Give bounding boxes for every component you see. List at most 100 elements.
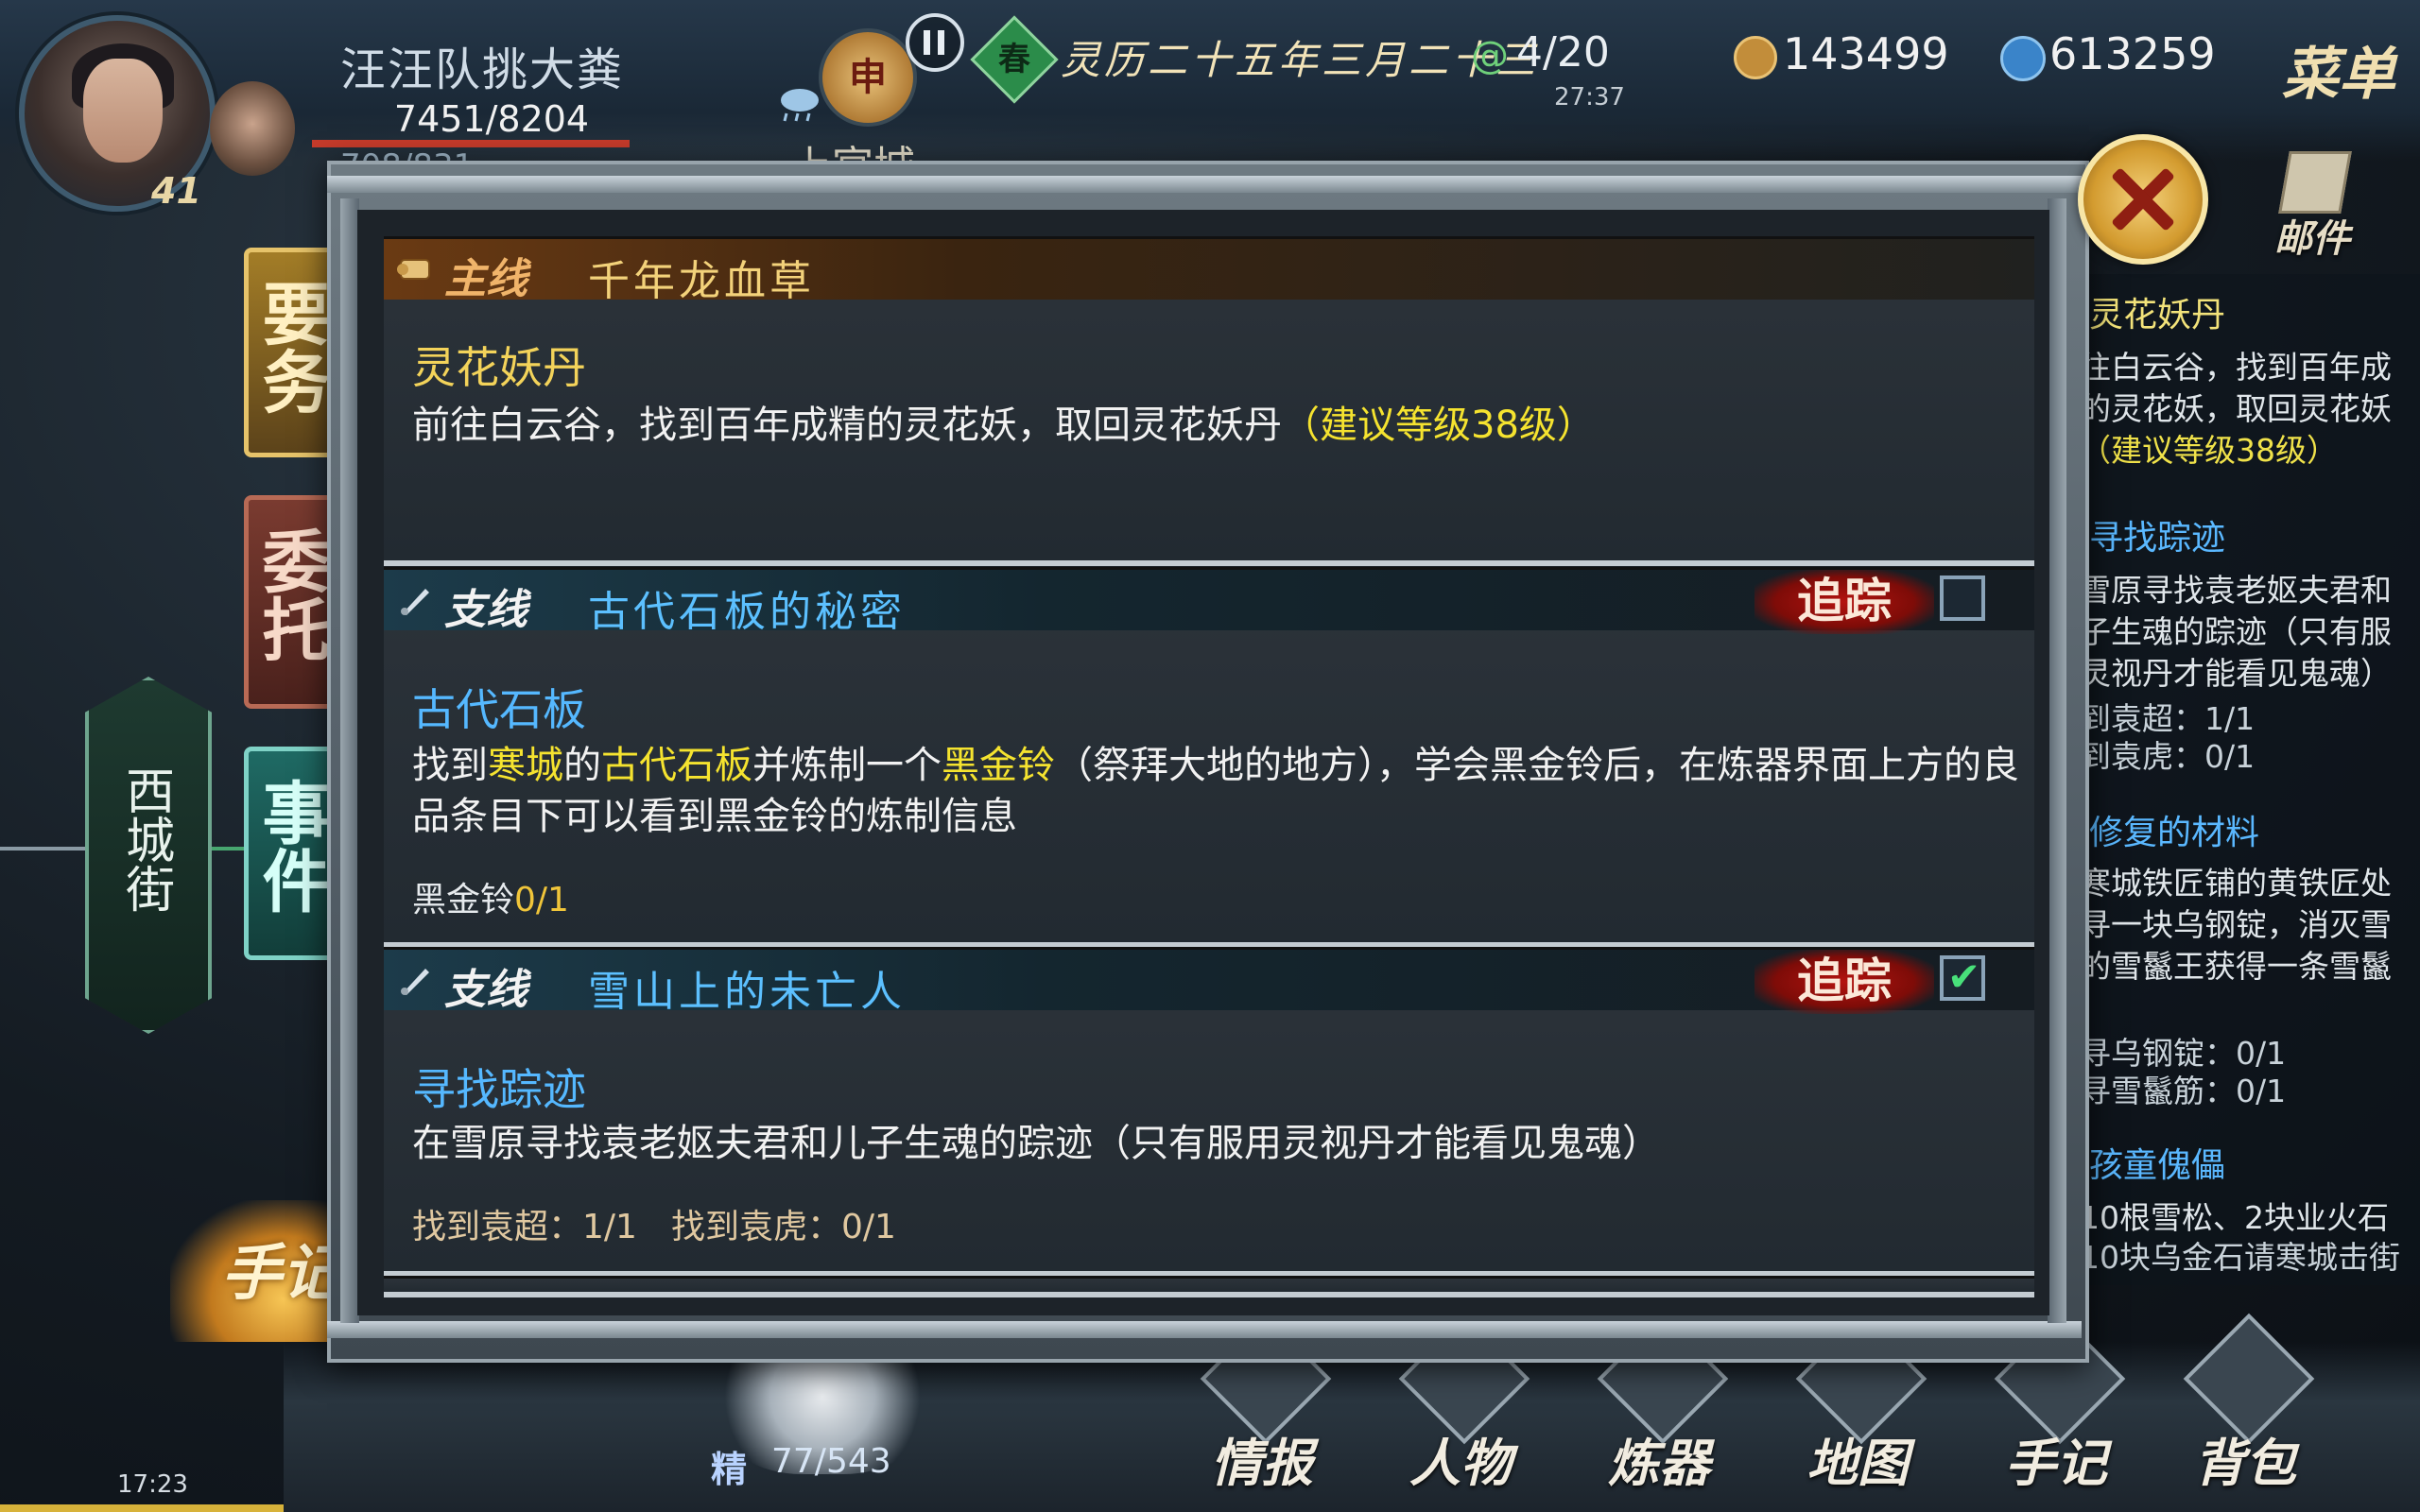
quest-highlight-item: 古代石板 — [601, 744, 752, 787]
jade-count: 613259 — [2049, 28, 2216, 79]
spirit-value: 77/543 — [771, 1442, 891, 1481]
nav-character-label: 人物 — [1409, 1433, 1512, 1493]
sidebar-quest-line: 子生魂的踪迹（只有服 — [2080, 613, 2392, 650]
sidebar-quest-line: 灵视丹才能看见鬼魂） — [2080, 655, 2392, 692]
menu-button[interactable]: 菜单 — [2282, 28, 2395, 111]
close-button[interactable] — [2078, 134, 2208, 265]
sidebar-quest-line: 寻一块乌钢锭，消灭雪 — [2080, 906, 2392, 943]
sidebar-quest-line: 的灵花妖，取回灵花妖 — [2080, 390, 2392, 427]
quest-header: 主线 千年龙血草 — [384, 239, 2034, 305]
tab-commissions[interactable]: 委托 — [244, 495, 337, 709]
brush-quest-icon — [401, 969, 429, 995]
tracked-quest-sidebar[interactable]: 灵花妖丹 往白云谷，找到百年成 的灵花妖，取回灵花妖 （建议等级38级） 寻找踪… — [2080, 274, 2420, 1285]
scroll-rod-bottom — [327, 1321, 2082, 1338]
scroll-quest-icon — [397, 259, 430, 280]
sidebar-quest-title: 灵花妖丹 — [2089, 296, 2226, 335]
quest-type: 支线 — [444, 966, 527, 1014]
scroll-rod-top — [327, 176, 2082, 193]
quest-card-main[interactable]: 主线 千年龙血草 灵花妖丹 前往白云谷，找到百年成精的灵花妖，取回灵花妖丹（建议… — [384, 236, 2034, 566]
stamina-swirl-icon: @ — [1471, 34, 1509, 77]
stamina-timer: 27:37 — [1554, 83, 1625, 112]
sidebar-quest-line: 雪原寻找袁老妪夫君和 — [2080, 572, 2392, 609]
sidebar-quest-progress: 寻雪鬣筋：0/1 — [2080, 1073, 2287, 1109]
sidebar-quest-line: （建议等级38级） — [2080, 432, 2338, 469]
sidebar-quest-line: 往白云谷，找到百年成 — [2080, 349, 2392, 386]
nav-bag-label: 背包 — [2194, 1433, 2296, 1493]
sidebar-quest-line: 10块乌金石请寒城击街 — [2080, 1239, 2400, 1276]
mail-icon — [2278, 151, 2352, 214]
sidebar-quest-title: 孩童傀儡 — [2089, 1146, 2226, 1185]
location-name-peek: 上官城 — [790, 132, 915, 164]
tab-important-quests[interactable]: 要务 — [244, 248, 337, 457]
quest-highlight-location: 寒城 — [488, 744, 563, 787]
coin-icon — [1734, 36, 1777, 79]
tab-events-label: 事件 — [251, 778, 331, 914]
quest-name: 古代石板的秘密 — [588, 588, 906, 636]
sidebar-quest-line: 寒城铁匠铺的黄铁匠处 — [2080, 865, 2392, 902]
quest-description: 前往白云谷，找到百年成精的灵花妖，取回灵花妖丹（建议等级38级） — [412, 400, 2019, 451]
quest-card-side-1[interactable]: 支线 古代石板的秘密 追踪 古代石板 找到寒城的古代石板并炼制一个黑金铃（祭拜大… — [384, 567, 2034, 948]
companion-avatar[interactable] — [210, 81, 295, 176]
nav-journal-label: 手记 — [2005, 1433, 2107, 1493]
jade-icon — [2000, 36, 2046, 81]
map-branch-line — [0, 847, 85, 850]
nav-intel-label: 情报 — [1211, 1433, 1313, 1493]
quest-desc-text: 并炼制一个 — [752, 744, 942, 787]
quest-desc-text: 前往白云谷，找到百年成精的灵花妖，取回灵花妖丹 — [412, 404, 1282, 447]
track-checkbox-checked[interactable] — [1940, 954, 1985, 1001]
quest-type: 主线 — [444, 255, 527, 303]
time-of-day-badge: 申 — [819, 28, 917, 127]
game-date: 灵历二十五年三月二十三 — [1061, 37, 1540, 83]
mail-button[interactable]: 邮件 — [2256, 142, 2369, 261]
spirit-label: 精 — [711, 1449, 748, 1490]
quest-progress-label: 黑金铃 — [412, 881, 515, 919]
player-name: 汪汪队挑大粪 — [339, 43, 624, 96]
quest-progress: 黑金铃0/1 — [412, 872, 569, 921]
quest-step-title: 寻找踪迹 — [412, 1064, 586, 1115]
sidebar-quest-progress: 到袁虎：0/1 — [2080, 738, 2256, 775]
brush-quest-icon — [401, 589, 429, 615]
hp-bar — [312, 140, 630, 147]
quest-description: 在雪原寻找袁老妪夫君和儿子生魂的踪迹（只有服用灵视丹才能看见鬼魂） — [412, 1122, 1660, 1165]
rain-cloud-icon — [781, 89, 819, 122]
district-label: 西城街 — [85, 765, 204, 924]
hp-text: 7451/8204 — [393, 98, 590, 140]
quest-header: 支线 古代石板的秘密 追踪 — [384, 570, 2034, 636]
quest-desc-text: 找到 — [412, 744, 488, 787]
track-checkbox[interactable] — [1940, 576, 1985, 621]
scroll-edge-left — [340, 198, 359, 1323]
coin-count: 143499 — [1783, 28, 1949, 79]
quest-card-side-2[interactable]: 支线 雪山上的未亡人 追踪 寻找踪迹 在雪原寻找袁老妪夫君和儿子生魂的踪迹（只有… — [384, 947, 2034, 1277]
quest-level-hint: （建议等级38级） — [1282, 404, 1595, 447]
district-label-text: 西城街 — [116, 765, 174, 913]
sidebar-quest-line: 的雪鬣王获得一条雪鬣 — [2080, 948, 2392, 985]
quest-description: 找到寒城的古代石板并炼制一个黑金铃（祭拜大地的地方），学会黑金铃后，在炼器界面上… — [412, 740, 2019, 842]
battery-bar — [0, 1504, 302, 1512]
tab-important-label: 要务 — [251, 279, 331, 415]
quest-card-partial[interactable] — [384, 1276, 2034, 1297]
quest-step-title: 古代石板 — [412, 684, 586, 735]
quest-name: 千年龙血草 — [588, 257, 815, 305]
player-level: 41 — [151, 170, 201, 212]
quest-step-title: 灵花妖丹 — [412, 342, 586, 393]
sidebar-quest-line: 10根雪松、2块业火石 — [2080, 1199, 2389, 1236]
tab-events[interactable]: 事件 — [244, 747, 337, 960]
nav-bag[interactable]: 背包 — [2174, 1313, 2316, 1503]
device-time: 17:23 — [117, 1470, 188, 1499]
journal-label: 手记 — [221, 1238, 342, 1309]
track-label[interactable]: 追踪 — [1754, 950, 1934, 1014]
avatar-face — [83, 59, 163, 163]
mail-label: 邮件 — [2274, 216, 2350, 261]
quest-type: 支线 — [444, 586, 527, 634]
sidebar-quest-title: 寻找踪迹 — [2089, 519, 2226, 558]
quest-highlight-item: 黑金铃 — [942, 744, 1055, 787]
nav-map-label: 地图 — [1806, 1433, 1909, 1493]
quest-progress: 找到袁超：1/1 找到袁虎：0/1 — [412, 1208, 896, 1246]
pause-button[interactable] — [906, 13, 964, 72]
season-text: 春 — [998, 41, 1030, 78]
quest-header: 支线 雪山上的未亡人 追踪 — [384, 950, 2034, 1016]
sidebar-quest-title: 修复的材料 — [2089, 814, 2260, 852]
track-label[interactable]: 追踪 — [1754, 570, 1934, 634]
nav-crafting-label: 炼器 — [1608, 1433, 1710, 1493]
quest-desc-text: 的 — [563, 744, 601, 787]
